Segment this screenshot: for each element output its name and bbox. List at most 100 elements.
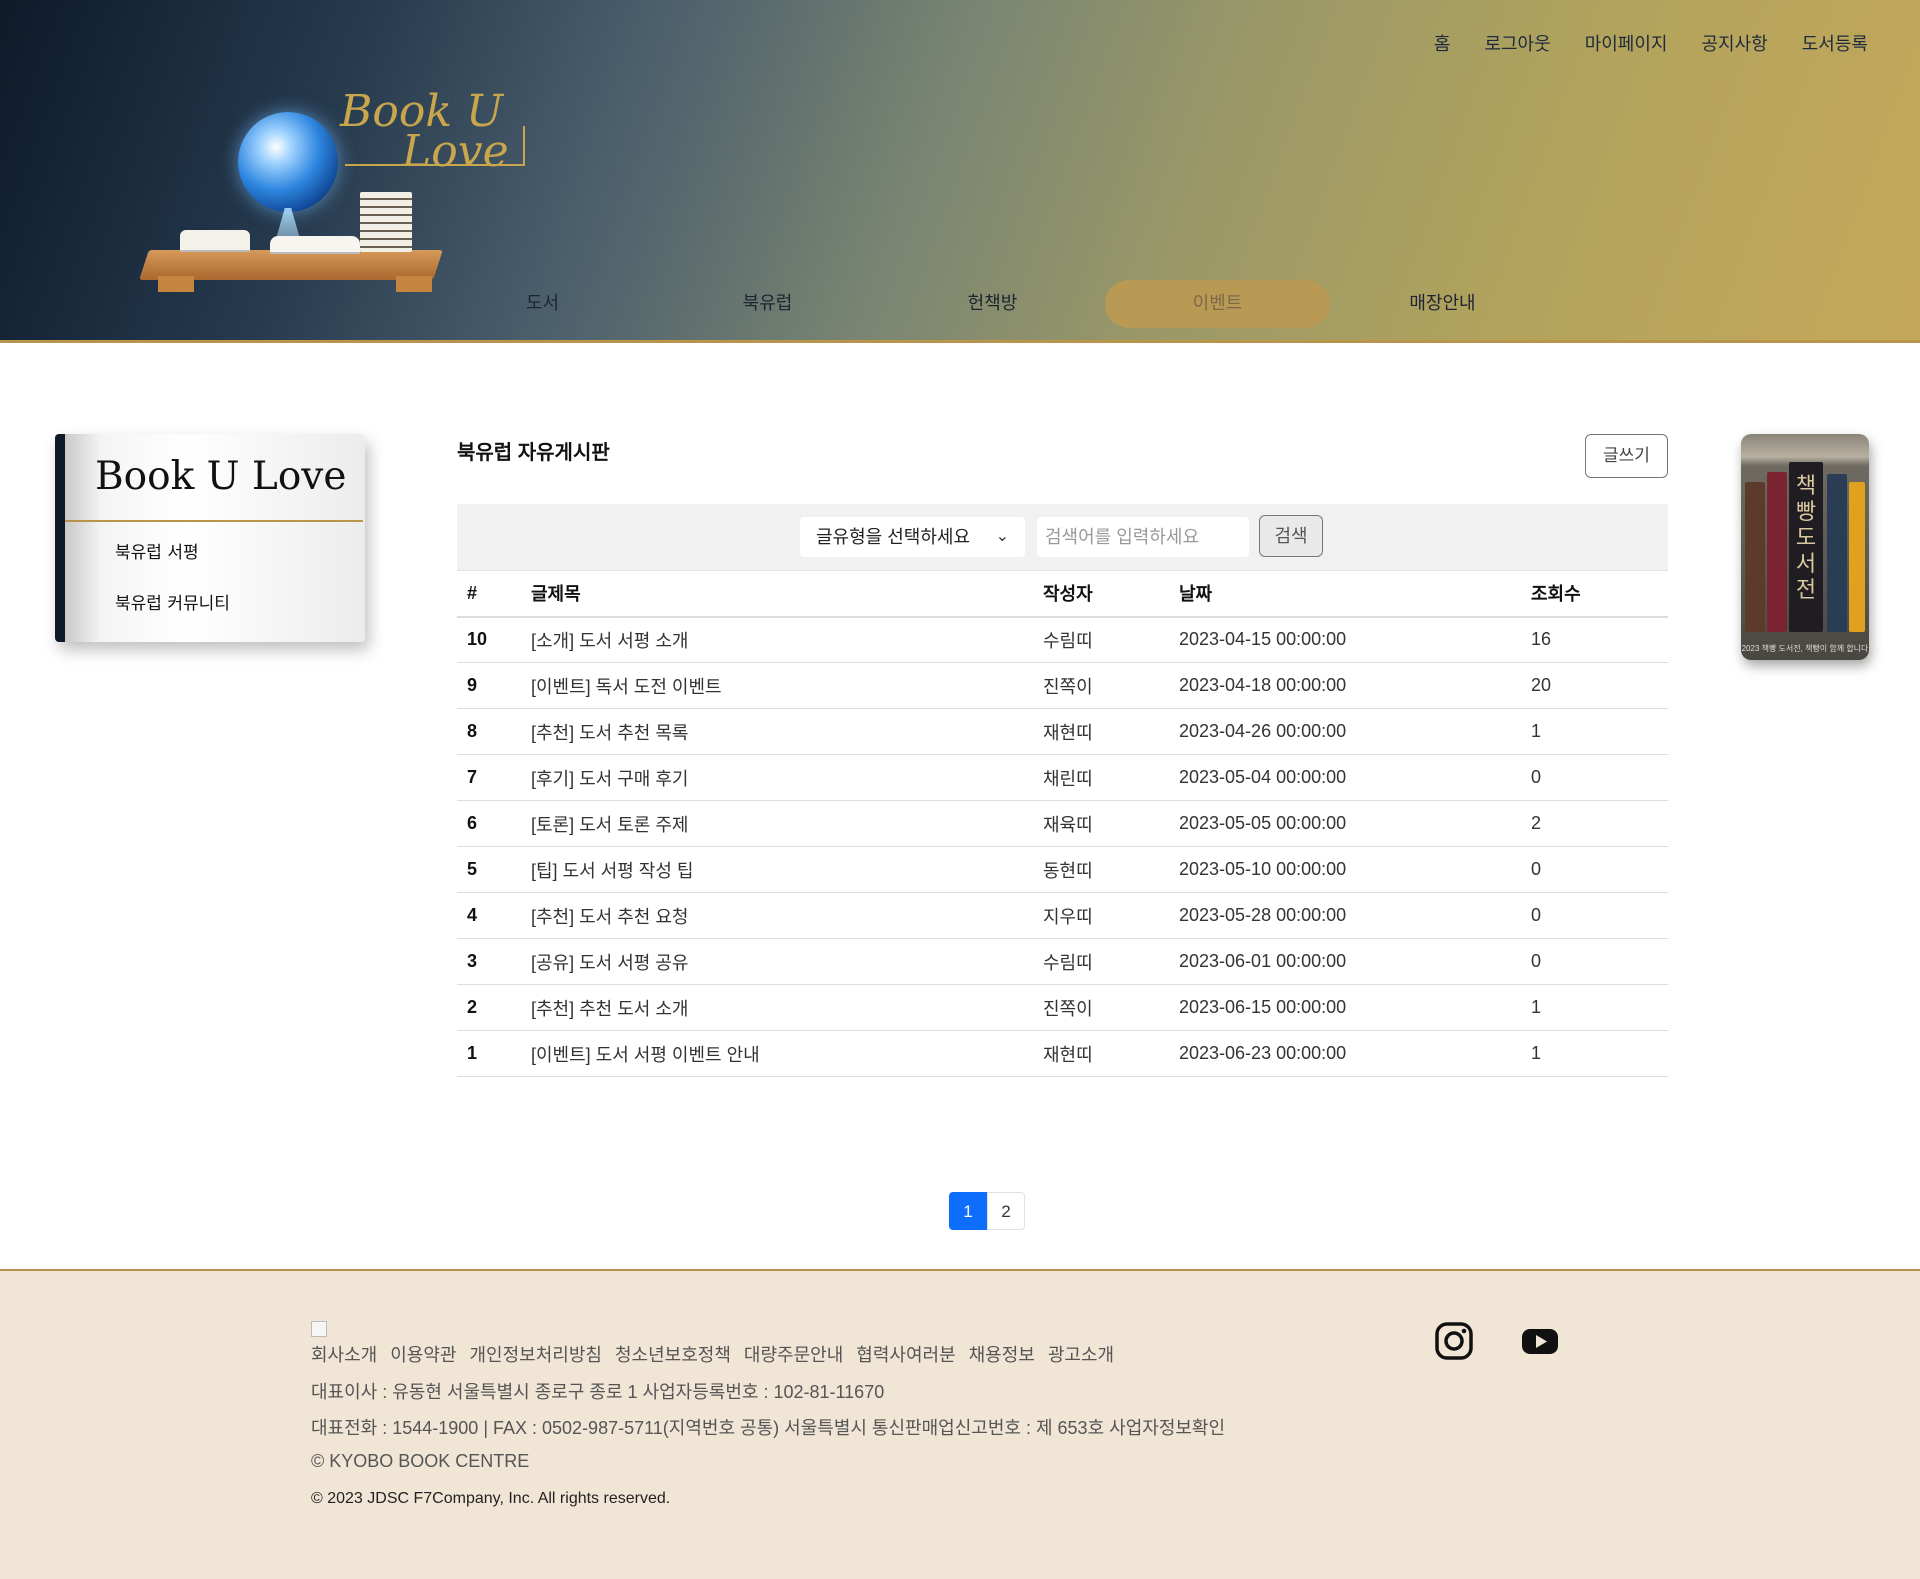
post-date: 2023-06-23 00:00:00 bbox=[1179, 1030, 1531, 1077]
sidebar-item-review[interactable]: 북유럽 서평 bbox=[115, 538, 365, 563]
main-nav-books[interactable]: 도서 bbox=[430, 280, 655, 328]
sidebar-title: Book U Love bbox=[95, 454, 347, 499]
post-title-link[interactable]: [후기] 도서 구매 후기 bbox=[531, 754, 1043, 801]
table-row[interactable]: 4 [추천] 도서 추천 요청 지우띠 2023-05-28 00:00:00 … bbox=[457, 892, 1668, 939]
post-num: 6 bbox=[457, 800, 531, 847]
col-date: 날짜 bbox=[1179, 570, 1531, 618]
footer-link-terms[interactable]: 이용약관 bbox=[390, 1341, 456, 1367]
post-title-link[interactable]: [토론] 도서 토론 주제 bbox=[531, 800, 1043, 847]
post-views: 2 bbox=[1531, 800, 1668, 847]
post-title-link[interactable]: [소개] 도서 서평 소개 bbox=[531, 616, 1043, 663]
table-row[interactable]: 5 [팁] 도서 서평 작성 팁 동현띠 2023-05-10 00:00:00… bbox=[457, 846, 1668, 893]
col-author: 작성자 bbox=[1043, 570, 1179, 618]
footer-company-info: 대표이사 : 유동현 서울특별시 종로구 종로 1 사업자등록번호 : 102-… bbox=[311, 1382, 885, 1402]
page-1[interactable]: 1 bbox=[949, 1192, 987, 1230]
post-num: 9 bbox=[457, 662, 531, 709]
table-row[interactable]: 6 [토론] 도서 토론 주제 재육띠 2023-05-05 00:00:00 … bbox=[457, 800, 1668, 847]
top-nav-notice[interactable]: 공지사항 bbox=[1702, 30, 1768, 56]
site-logo[interactable]: Book U Love bbox=[139, 86, 540, 300]
footer-links: 회사소개 이용약관 개인정보처리방침 청소년보호정책 대량주문안내 협력사여러분… bbox=[311, 1341, 1114, 1367]
top-nav-home[interactable]: 홈 bbox=[1434, 30, 1451, 56]
top-nav-book-register[interactable]: 도서등록 bbox=[1802, 30, 1868, 56]
post-title-link[interactable]: [추천] 도서 추천 요청 bbox=[531, 892, 1043, 939]
category-select[interactable]: 글유형을 선택하세요 ⌄ bbox=[800, 517, 1025, 557]
youtube-icon[interactable] bbox=[1520, 1321, 1560, 1361]
post-author: 수림띠 bbox=[1043, 616, 1179, 663]
main-nav-event[interactable]: 이벤트 bbox=[1105, 280, 1330, 328]
post-title-link[interactable]: [공유] 도서 서평 공유 bbox=[531, 938, 1043, 985]
post-num: 2 bbox=[457, 984, 531, 1031]
col-title: 글제목 bbox=[531, 570, 1043, 618]
post-table: # 글제목 작성자 날짜 조회수 10 [소개] 도서 서평 소개 수림띠 20… bbox=[457, 570, 1668, 1077]
post-date: 2023-05-04 00:00:00 bbox=[1179, 754, 1531, 801]
main-nav-bookurope[interactable]: 북유럽 bbox=[655, 280, 880, 328]
banner-caption: 2023 책빵 도서전, 책빵이 함께 합니다 bbox=[1741, 644, 1869, 653]
post-author: 재현띠 bbox=[1043, 708, 1179, 755]
post-views: 0 bbox=[1531, 938, 1668, 985]
sidebar: Book U Love 북유럽 서평 북유럽 커뮤니티 bbox=[55, 434, 365, 642]
post-date: 2023-06-01 00:00:00 bbox=[1179, 938, 1531, 985]
post-date: 2023-04-18 00:00:00 bbox=[1179, 662, 1531, 709]
footer-link-partners[interactable]: 협력사여러분 bbox=[856, 1341, 955, 1367]
header-divider bbox=[0, 340, 1920, 343]
post-date: 2023-04-15 00:00:00 bbox=[1179, 616, 1531, 663]
col-views: 조회수 bbox=[1531, 570, 1668, 618]
top-nav-mypage[interactable]: 마이페이지 bbox=[1585, 30, 1668, 56]
post-title-link[interactable]: [팁] 도서 서평 작성 팁 bbox=[531, 846, 1043, 893]
post-author: 진쪽이 bbox=[1043, 984, 1179, 1031]
footer-link-ads[interactable]: 광고소개 bbox=[1048, 1341, 1114, 1367]
footer-link-privacy[interactable]: 개인정보처리방침 bbox=[470, 1341, 602, 1367]
post-num: 3 bbox=[457, 938, 531, 985]
footer-copyright: © 2023 JDSC F7Company, Inc. All rights r… bbox=[311, 1490, 671, 1507]
post-author: 지우띠 bbox=[1043, 892, 1179, 939]
post-num: 10 bbox=[457, 616, 531, 663]
post-num: 7 bbox=[457, 754, 531, 801]
table-row[interactable]: 3 [공유] 도서 서평 공유 수림띠 2023-06-01 00:00:00 … bbox=[457, 938, 1668, 985]
post-title-link[interactable]: [추천] 도서 추천 목록 bbox=[531, 708, 1043, 755]
footer-link-youth[interactable]: 청소년보호정책 bbox=[615, 1341, 731, 1367]
post-views: 20 bbox=[1531, 662, 1668, 709]
main-nav-used-books[interactable]: 헌책방 bbox=[880, 280, 1105, 328]
pagination: 1 2 bbox=[949, 1192, 1025, 1230]
table-row[interactable]: 2 [추천] 추천 도서 소개 진쪽이 2023-06-15 00:00:00 … bbox=[457, 984, 1668, 1031]
post-date: 2023-05-28 00:00:00 bbox=[1179, 892, 1531, 939]
footer-link-careers[interactable]: 채용정보 bbox=[969, 1341, 1035, 1367]
table-row[interactable]: 9 [이벤트] 독서 도전 이벤트 진쪽이 2023-04-18 00:00:0… bbox=[457, 662, 1668, 709]
search-input[interactable] bbox=[1037, 517, 1249, 557]
write-button[interactable]: 글쓰기 bbox=[1585, 434, 1668, 478]
table-row[interactable]: 1 [이벤트] 도서 서평 이벤트 안내 재현띠 2023-06-23 00:0… bbox=[457, 1030, 1668, 1077]
footer-contact-info: 대표전화 : 1544-1900 | FAX : 0502-987-5711(지… bbox=[311, 1418, 1226, 1438]
table-row[interactable]: 8 [추천] 도서 추천 목록 재현띠 2023-04-26 00:00:00 … bbox=[457, 708, 1668, 755]
footer-link-bulk-order[interactable]: 대량주문안내 bbox=[744, 1341, 843, 1367]
post-views: 0 bbox=[1531, 754, 1668, 801]
sidebar-item-community[interactable]: 북유럽 커뮤니티 bbox=[115, 589, 365, 614]
post-num: 1 bbox=[457, 1030, 531, 1077]
post-views: 1 bbox=[1531, 984, 1668, 1031]
table-row[interactable]: 7 [후기] 도서 구매 후기 채린띠 2023-05-04 00:00:00 … bbox=[457, 754, 1668, 801]
post-num: 8 bbox=[457, 708, 531, 755]
post-date: 2023-05-10 00:00:00 bbox=[1179, 846, 1531, 893]
post-author: 채린띠 bbox=[1043, 754, 1179, 801]
instagram-icon[interactable] bbox=[1434, 1321, 1474, 1361]
footer-brand: © KYOBO BOOK CENTRE bbox=[311, 1451, 530, 1471]
logo-text: Book U Love bbox=[340, 86, 509, 177]
top-nav-logout[interactable]: 로그아웃 bbox=[1484, 30, 1550, 56]
banner-text: 책빵도서전 bbox=[1795, 474, 1817, 603]
search-button[interactable]: 검색 bbox=[1259, 515, 1323, 557]
page-2[interactable]: 2 bbox=[987, 1192, 1025, 1230]
main-nav-store-info[interactable]: 매장안내 bbox=[1330, 280, 1555, 328]
globe-icon bbox=[238, 112, 338, 212]
book-stack-icon bbox=[360, 192, 412, 252]
post-date: 2023-06-15 00:00:00 bbox=[1179, 984, 1531, 1031]
post-views: 1 bbox=[1531, 708, 1668, 755]
event-banner[interactable]: 책빵도서전 2023 책빵 도서전, 책빵이 함께 합니다 bbox=[1741, 434, 1869, 660]
post-author: 수림띠 bbox=[1043, 938, 1179, 985]
col-num: # bbox=[457, 570, 531, 618]
footer-link-about[interactable]: 회사소개 bbox=[311, 1341, 377, 1367]
post-author: 재육띠 bbox=[1043, 800, 1179, 847]
post-views: 1 bbox=[1531, 1030, 1668, 1077]
post-title-link[interactable]: [이벤트] 도서 서평 이벤트 안내 bbox=[531, 1030, 1043, 1077]
table-row[interactable]: 10 [소개] 도서 서평 소개 수림띠 2023-04-15 00:00:00… bbox=[457, 616, 1668, 663]
post-title-link[interactable]: [이벤트] 독서 도전 이벤트 bbox=[531, 662, 1043, 709]
post-title-link[interactable]: [추천] 추천 도서 소개 bbox=[531, 984, 1043, 1031]
